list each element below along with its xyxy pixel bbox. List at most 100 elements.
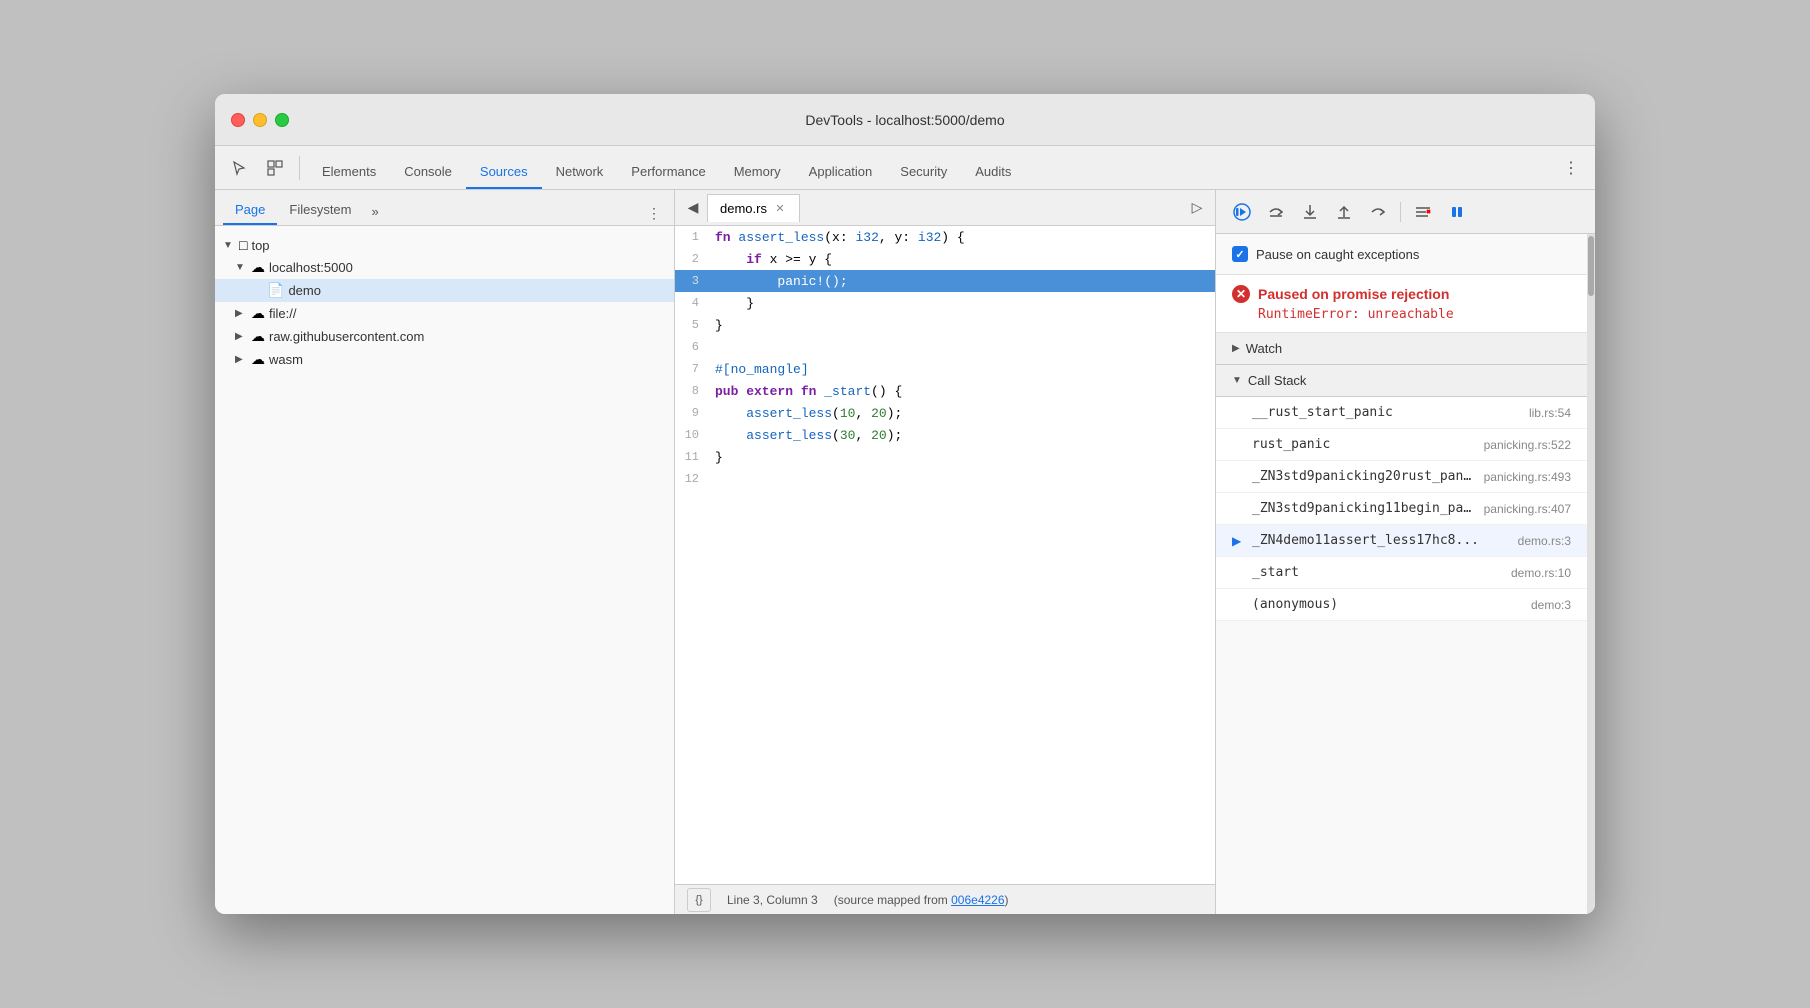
call-stack-label: Call Stack	[1248, 373, 1307, 388]
error-subtitle: RuntimeError: unreachable	[1232, 307, 1571, 322]
tree-arrow-raw: ▶	[235, 331, 247, 342]
maximize-button[interactable]	[275, 113, 289, 127]
code-line-7: 7 #[no_mangle]	[675, 358, 1215, 380]
cloud-icon-localhost: ☁	[251, 259, 265, 276]
code-panel: ◀ demo.rs ✕ ▷ 1 fn assert_less(x: i32, y…	[675, 190, 1215, 914]
cloud-icon-file: ☁	[251, 305, 265, 322]
right-scrollbar[interactable]	[1587, 234, 1595, 914]
step-into-button[interactable]	[1296, 198, 1324, 226]
right-panel-scroll-wrapper: Pause on caught exceptions ✕ Paused on p…	[1216, 234, 1595, 914]
stack-loc-6: demo:3	[1531, 598, 1571, 612]
stack-item-1[interactable]: rust_panic panicking.rs:522	[1216, 429, 1587, 461]
pause-exceptions-checkbox[interactable]	[1232, 246, 1248, 262]
error-banner: ✕ Paused on promise rejection RuntimeErr…	[1216, 275, 1587, 333]
tree-label-wasm: wasm	[269, 352, 303, 367]
devtools-window: DevTools - localhost:5000/demo Elements …	[215, 94, 1595, 914]
step-button[interactable]	[1364, 198, 1392, 226]
cursor-position: Line 3, Column 3	[727, 893, 818, 907]
call-stack-section-header[interactable]: ▼ Call Stack	[1216, 365, 1587, 397]
code-tab-filename: demo.rs	[720, 201, 767, 216]
tree-item-wasm[interactable]: ▶ ☁ wasm	[215, 348, 674, 371]
code-line-10: 10 assert_less(30, 20);	[675, 424, 1215, 446]
breakpoints-icon[interactable]	[1409, 198, 1437, 226]
code-area[interactable]: 1 fn assert_less(x: i32, y: i32) { 2 if …	[675, 226, 1215, 884]
tab-audits[interactable]: Audits	[961, 156, 1025, 189]
pause-exceptions-label: Pause on caught exceptions	[1256, 247, 1419, 262]
stack-loc-3: panicking.rs:407	[1484, 502, 1571, 516]
stack-loc-0: lib.rs:54	[1529, 406, 1571, 420]
source-map-link[interactable]: 006e4226	[951, 893, 1004, 907]
code-lines: 1 fn assert_less(x: i32, y: i32) { 2 if …	[675, 226, 1215, 884]
tab-network[interactable]: Network	[542, 156, 618, 189]
tree-item-localhost[interactable]: ▼ ☁ localhost:5000	[215, 256, 674, 279]
code-line-9: 9 assert_less(10, 20);	[675, 402, 1215, 424]
inspect-icon[interactable]	[259, 152, 291, 184]
stack-item-6[interactable]: (anonymous) demo:3	[1216, 589, 1587, 621]
tree-item-demo[interactable]: ▶ 📄 demo	[215, 279, 674, 302]
step-over-button[interactable]	[1262, 198, 1290, 226]
tab-filesystem[interactable]: Filesystem	[277, 196, 363, 225]
code-line-4: 4 }	[675, 292, 1215, 314]
stack-item-5[interactable]: _start demo.rs:10	[1216, 557, 1587, 589]
watch-section-header[interactable]: ▶ Watch	[1216, 333, 1587, 365]
stack-item-4[interactable]: ▶ _ZN4demo11assert_less17hc8... demo.rs:…	[1216, 525, 1587, 557]
code-tab-run-icon[interactable]: ▷	[1183, 194, 1211, 222]
stack-item-0[interactable]: __rust_start_panic lib.rs:54	[1216, 397, 1587, 429]
code-line-2: 2 if x >= y {	[675, 248, 1215, 270]
watch-label: Watch	[1246, 341, 1282, 356]
main-area: Page Filesystem » ⋮ ▼ □ top ▼ ☁ local	[215, 190, 1595, 914]
minimize-button[interactable]	[253, 113, 267, 127]
tree-item-raw[interactable]: ▶ ☁ raw.githubusercontent.com	[215, 325, 674, 348]
stack-fn-0: __rust_start_panic	[1252, 405, 1521, 420]
tab-application[interactable]: Application	[795, 156, 887, 189]
tree-label-localhost: localhost:5000	[269, 260, 353, 275]
close-button[interactable]	[231, 113, 245, 127]
tree-arrow-top: ▼	[223, 240, 235, 251]
tab-elements[interactable]: Elements	[308, 156, 390, 189]
code-tab-close-icon[interactable]: ✕	[773, 201, 787, 215]
tab-page[interactable]: Page	[223, 196, 277, 225]
resume-button[interactable]	[1228, 198, 1256, 226]
code-line-5: 5 }	[675, 314, 1215, 336]
watch-arrow-icon: ▶	[1232, 343, 1240, 354]
error-icon: ✕	[1232, 285, 1250, 303]
tree-item-top[interactable]: ▼ □ top	[215, 234, 674, 256]
code-tab-demo[interactable]: demo.rs ✕	[707, 194, 800, 222]
file-tree: ▼ □ top ▼ ☁ localhost:5000 ▶ 📄 demo	[215, 226, 674, 914]
code-tab-bar: ◀ demo.rs ✕ ▷	[675, 190, 1215, 226]
file-icon-demo: 📄	[267, 282, 284, 299]
pause-exceptions: Pause on caught exceptions	[1216, 234, 1587, 275]
tab-console[interactable]: Console	[390, 156, 466, 189]
code-line-6: 6	[675, 336, 1215, 358]
tree-label-top: top	[251, 238, 269, 253]
step-out-button[interactable]	[1330, 198, 1358, 226]
format-button[interactable]: {}	[687, 888, 711, 912]
stack-item-2[interactable]: _ZN3std9panicking20rust_pani... panickin…	[1216, 461, 1587, 493]
toolbar-separator	[299, 156, 300, 180]
code-line-3: 3 panic!();	[675, 270, 1215, 292]
stack-item-3[interactable]: _ZN3std9panicking11begin_pa... panicking…	[1216, 493, 1587, 525]
right-scrollbar-thumb[interactable]	[1588, 236, 1594, 296]
pause-button[interactable]	[1443, 198, 1471, 226]
debugger-toolbar	[1216, 190, 1595, 234]
back-nav-icon[interactable]: ◀	[679, 194, 707, 222]
left-panel-tabs: Page Filesystem » ⋮	[215, 190, 674, 226]
tab-memory[interactable]: Memory	[720, 156, 795, 189]
tab-sources[interactable]: Sources	[466, 156, 542, 189]
source-map-info: (source mapped from 006e4226)	[834, 893, 1009, 907]
stack-loc-4: demo.rs:3	[1518, 534, 1571, 548]
tree-label-file: file://	[269, 306, 296, 321]
more-tabs-button[interactable]: »	[364, 198, 387, 225]
add-folder-icon[interactable]: ⋮	[642, 201, 666, 225]
code-line-1: 1 fn assert_less(x: i32, y: i32) {	[675, 226, 1215, 248]
stack-loc-1: panicking.rs:522	[1484, 438, 1571, 452]
tab-security[interactable]: Security	[886, 156, 961, 189]
tab-performance[interactable]: Performance	[617, 156, 719, 189]
cursor-icon[interactable]	[223, 152, 255, 184]
more-tabs-icon[interactable]: ⋮	[1555, 152, 1587, 184]
tree-label-raw: raw.githubusercontent.com	[269, 329, 424, 344]
tree-item-file[interactable]: ▶ ☁ file://	[215, 302, 674, 325]
right-panel: Pause on caught exceptions ✕ Paused on p…	[1215, 190, 1595, 914]
folder-icon: □	[239, 237, 247, 253]
stack-fn-3: _ZN3std9panicking11begin_pa...	[1252, 501, 1476, 516]
